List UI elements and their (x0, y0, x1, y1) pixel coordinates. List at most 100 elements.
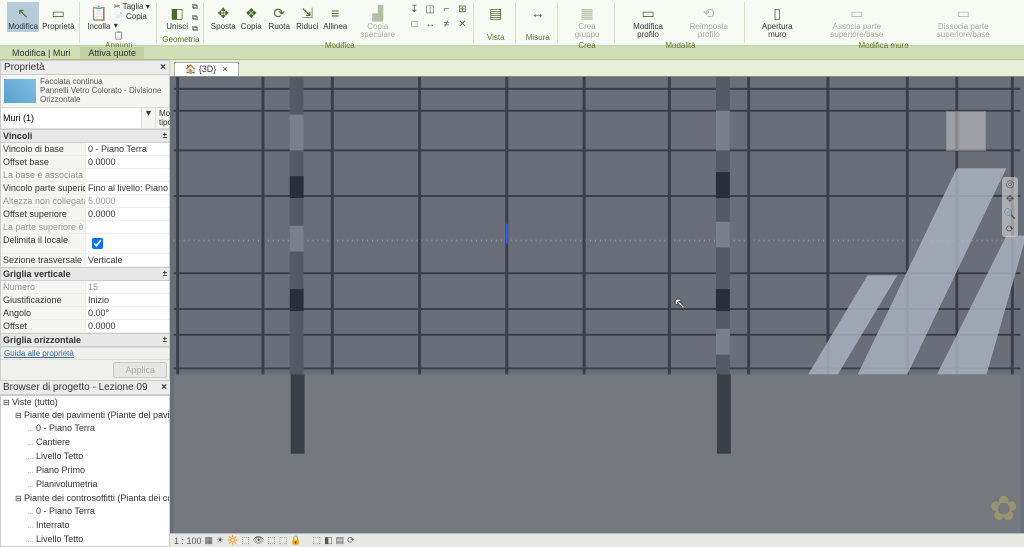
property-section[interactable]: Griglia verticale (1, 267, 169, 281)
copia2-icon: ❖ (241, 3, 261, 23)
property-section[interactable]: Vincoli (1, 129, 169, 143)
property-value[interactable]: 0.0000 (85, 320, 169, 332)
property-value[interactable]: 0 - Piano Terra (85, 143, 169, 155)
view-cube[interactable] (946, 111, 986, 151)
tree-item[interactable]: Piante dei controsoffitti (Pianta dei co… (13, 492, 169, 505)
proprieta-button[interactable]: ▭Proprietà (41, 2, 75, 32)
property-value[interactable]: Verticale (85, 254, 169, 266)
wheel-icon: ◎ (1006, 179, 1015, 190)
family-name: Facciata continua Pannelli Vetro Colorat… (40, 78, 161, 104)
misura-icon: ↔ (528, 3, 548, 23)
ribbon-group: ▦Crea gruppoCrea (560, 2, 614, 43)
tree-item[interactable]: Interrato (25, 519, 169, 533)
ribbon-group: ↖Modifica▭Proprietà (4, 2, 80, 43)
tree-item[interactable]: Planivolumetria (25, 478, 169, 492)
property-row: Sezione trasversaleVerticale (1, 254, 169, 267)
ribbon-group: ↔Misura (518, 2, 558, 43)
pan-icon: ✥ (1006, 194, 1014, 205)
properties-help-link[interactable]: Guida alle proprietà (1, 347, 169, 359)
vista-button[interactable]: ▤ (483, 2, 509, 24)
project-browser: Viste (tutto)Piante dei pavimenti (Piant… (0, 395, 170, 547)
property-value[interactable]: 0.0000 (85, 156, 169, 168)
orbit-icon: ⟳ (1006, 224, 1014, 235)
creag-icon: ▦ (577, 3, 597, 23)
modifica-icon: ↖ (13, 3, 33, 23)
property-value (85, 221, 169, 233)
property-value[interactable] (85, 234, 169, 253)
proprieta-icon: ▭ (48, 3, 68, 23)
ruota-icon: ⟳ (269, 3, 289, 23)
view-tab[interactable]: 🏠 {3D}× (174, 62, 239, 76)
property-value[interactable]: 0.00° (85, 307, 169, 319)
options-tab[interactable]: Modifica | Muri (4, 47, 78, 59)
properties-title: Proprietà (4, 62, 45, 73)
tree-item[interactable]: Viste (tutto) (1, 396, 169, 409)
view-control-bar[interactable]: 1 : 100 ▦☀🔆⬚👁⬚⬚🔒 ⬚◧▤⟳ (170, 533, 1024, 547)
type-selector[interactable]: Facciata continua Pannelli Vetro Colorat… (1, 75, 169, 108)
properties-title-bar: Proprietà × (1, 61, 169, 75)
property-value: 5.0000 (85, 195, 169, 207)
tree-item[interactable]: 0 - Piano Terra (25, 505, 169, 519)
copiaspec-button: ▟Copia speculare (350, 2, 405, 40)
incolla-button[interactable]: 📋Incolla (86, 2, 112, 32)
allinea-icon: ≡ (325, 3, 345, 23)
browser-title-bar: Browser di progetto - Lezione 09 × (0, 381, 170, 395)
apertura-icon: ▯ (767, 3, 787, 23)
unisci-button[interactable]: ◧Unisci (164, 2, 190, 32)
scale-label[interactable]: 1 : 100 (174, 536, 202, 546)
property-value[interactable]: 0.0000 (85, 208, 169, 220)
navigation-bar[interactable]: ◎ ✥ 🔍 ⟳ (1002, 177, 1018, 237)
properties-grid: VincoliVincolo di base0 - Piano TerraOff… (1, 129, 169, 347)
ribbon-group: 📋Incolla✂ Taglia ▾📄 Copia ▾📋Appunti (82, 2, 157, 43)
edit-type-button[interactable]: Modifica tipo (155, 108, 169, 128)
property-section[interactable]: Griglia orizzontale (1, 333, 169, 347)
copia2-button[interactable]: ❖Copia (238, 2, 264, 32)
close-icon[interactable]: × (222, 64, 227, 74)
sposta-button[interactable]: ✥Sposta (210, 2, 236, 32)
property-value: 15 (85, 281, 169, 293)
family-icon (4, 79, 36, 103)
properties-palette: Proprietà × Facciata continua Pannelli V… (0, 60, 170, 381)
property-row: Offset0.0000 (1, 320, 169, 333)
property-row: GiustificazioneInizio (1, 294, 169, 307)
assocparte-icon: ▭ (847, 3, 867, 23)
apply-button[interactable]: Applica (113, 362, 167, 378)
ruota-button[interactable]: ⟳Ruota (266, 2, 292, 32)
viewport[interactable]: ↖ ◎✥🔍⟳ (170, 76, 1024, 533)
view-tabs: 🏠 {3D}× (170, 60, 1024, 76)
close-icon[interactable]: × (160, 62, 166, 73)
modprof-button[interactable]: ▭Modifica profilo (621, 2, 676, 40)
incolla-icon: 📋 (89, 3, 109, 23)
tree-item[interactable]: 0 - Piano Terra (25, 422, 169, 436)
tree-item[interactable]: Piante dei pavimenti (Piante del pavimen… (13, 409, 169, 422)
options-tab[interactable]: Attiva quote (80, 47, 144, 59)
riduci-button[interactable]: ⇲Riduci (294, 2, 320, 32)
vista-icon: ▤ (486, 3, 506, 23)
property-value[interactable]: Fino al livello: Piano Primo (85, 182, 169, 194)
instance-filter[interactable] (1, 108, 141, 128)
modprof-icon: ▭ (638, 3, 658, 23)
allinea-button[interactable]: ≡Allinea (322, 2, 348, 32)
ribbon-group: ▤Vista (476, 2, 516, 43)
modifica-button[interactable]: ↖Modifica (7, 2, 39, 32)
apertura-button[interactable]: ▯Apertura muro (751, 2, 803, 40)
property-value[interactable]: Inizio (85, 294, 169, 306)
watermark-icon: ✿ (990, 489, 1019, 529)
ribbon-group: ◧Unisci⧉⧉⧉Geometria (159, 2, 205, 43)
dropdown-icon[interactable]: ▾ (141, 108, 155, 128)
property-row: Offset superiore0.0000 (1, 208, 169, 221)
tree-item[interactable]: Cantiere (25, 436, 169, 450)
ribbon-group: ▯Apertura muro▭Associa parte superiore/b… (747, 2, 1020, 43)
copiaspec-icon: ▟ (368, 3, 388, 23)
riduci-icon: ⇲ (297, 3, 317, 23)
close-icon[interactable]: × (161, 382, 167, 393)
tree-item[interactable]: Piano Primo (25, 464, 169, 478)
tree-item[interactable]: Livello Tetto (25, 533, 169, 547)
tree-item[interactable]: Livello Tetto (25, 450, 169, 464)
property-row: Angolo0.00° (1, 307, 169, 320)
misura-button[interactable]: ↔ (525, 2, 551, 24)
reimp-icon: ⟲ (699, 3, 719, 23)
property-row: Altezza non collegata5.0000 (1, 195, 169, 208)
browser-title: Browser di progetto - Lezione 09 (3, 382, 148, 393)
zoom-icon: 🔍 (1004, 209, 1016, 220)
